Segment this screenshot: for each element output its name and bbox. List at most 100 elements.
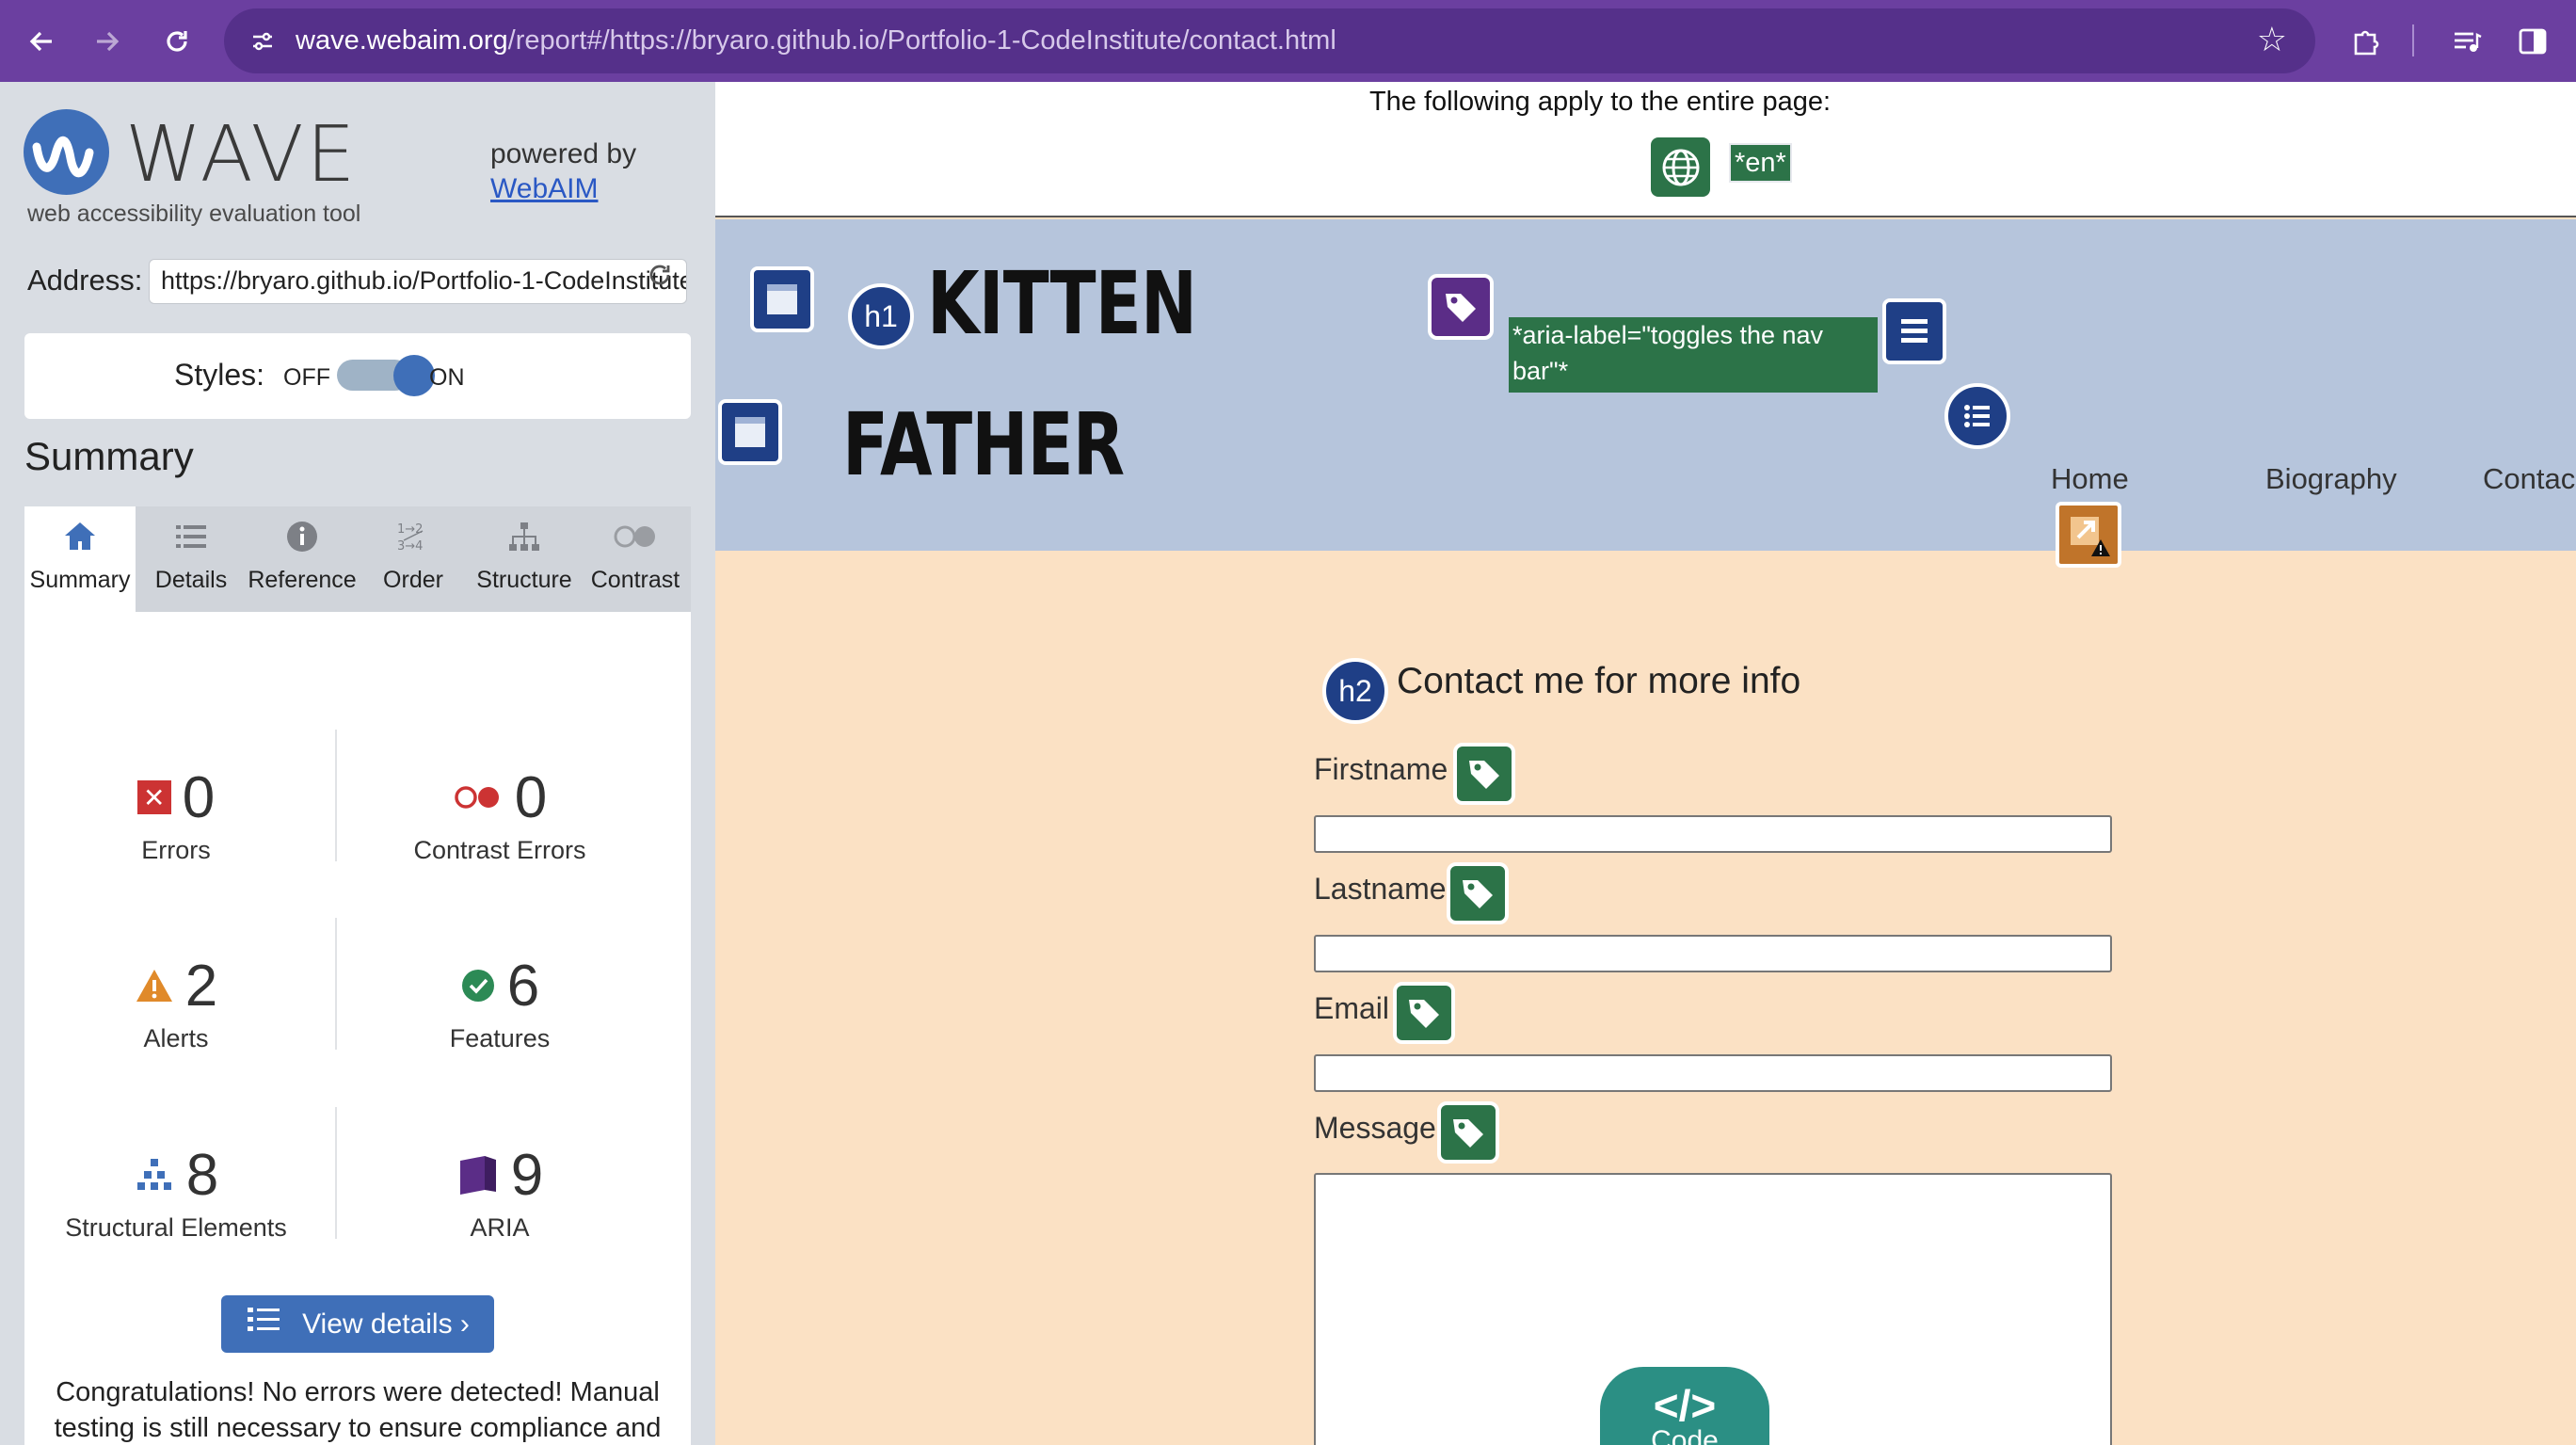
- structural-count: 8: [185, 1142, 219, 1208]
- h1-badge-icon[interactable]: h1: [848, 283, 914, 349]
- alerts-count: 2: [184, 953, 218, 1019]
- container-region-icon[interactable]: [718, 399, 782, 465]
- url-host: wave.webaim.org: [296, 25, 508, 56]
- tab-structure[interactable]: Structure: [469, 506, 580, 612]
- browser-toolbar: wave.webaim.org/report#/https://bryaro.g…: [0, 0, 2576, 82]
- email-label: Email: [1314, 991, 1390, 1025]
- email-input[interactable]: [1314, 1054, 2112, 1092]
- errors-count: 0: [182, 764, 216, 830]
- back-button[interactable]: [17, 17, 66, 66]
- form-label-tag-icon[interactable]: [1453, 743, 1515, 805]
- powered-by-text: powered by: [490, 138, 637, 169]
- tab-label: Details: [154, 567, 228, 593]
- aria-stat[interactable]: 9 ARIA: [350, 1142, 649, 1243]
- code-brackets-icon: </>: [1653, 1381, 1717, 1430]
- form-label-tag-icon[interactable]: [1437, 1101, 1499, 1164]
- header-region-icon[interactable]: [750, 266, 814, 332]
- congrats-message: Congratulations! No errors were detected…: [54, 1377, 662, 1443]
- aria-count: 9: [510, 1142, 544, 1208]
- alerts-stat[interactable]: 2 Alerts: [26, 953, 326, 1053]
- contact-heading: Contact me for more info: [1397, 661, 1801, 701]
- form-label-tag-icon[interactable]: [1447, 862, 1509, 924]
- reload-icon: [167, 31, 187, 52]
- form-label-tag-icon[interactable]: [1393, 982, 1455, 1044]
- lastname-input[interactable]: [1314, 935, 2112, 972]
- page-title-line2: FATHER: [842, 394, 1125, 495]
- stat-divider: [335, 1107, 337, 1239]
- tab-summary[interactable]: Summary: [24, 506, 136, 612]
- stat-divider: [335, 730, 337, 861]
- nav-contact-link[interactable]: Contac: [2483, 462, 2575, 496]
- language-globe-icon[interactable]: [1651, 137, 1710, 197]
- alerts-label: Alerts: [143, 1024, 209, 1052]
- tab-label: Summary: [29, 567, 131, 593]
- code-view-button[interactable]: </> Code: [1600, 1367, 1769, 1445]
- tab-label: Reference: [248, 567, 357, 593]
- list-element-icon[interactable]: [1944, 383, 2010, 449]
- address-bar[interactable]: wave.webaim.org/report#/https://bryaro.g…: [224, 8, 2315, 73]
- home-icon: [24, 518, 136, 563]
- aria-cube-icon: [456, 1153, 500, 1196]
- redundant-link-alert-icon[interactable]: [2056, 502, 2121, 568]
- wave-tabs: Summary Details Reference 1→2 3→4 Order S…: [24, 506, 691, 612]
- bookmark-star-icon[interactable]: ☆: [2257, 20, 2287, 59]
- forward-arrow-icon: [97, 31, 120, 52]
- summary-panel: ✕ 0 Errors 0 Contrast Errors 2 Alerts 6 …: [24, 612, 691, 1445]
- tab-reference[interactable]: Reference: [247, 506, 358, 612]
- url-path: /report#/https://bryaro.github.io/Portfo…: [507, 25, 1336, 56]
- code-label: Code: [1651, 1425, 1719, 1445]
- address-input[interactable]: https://bryaro.github.io/Portfolio-1-Cod…: [149, 259, 687, 304]
- side-panel-icon[interactable]: [2508, 17, 2557, 66]
- nav-home-link[interactable]: Home: [2051, 462, 2129, 496]
- contrast-errors-count: 0: [514, 764, 548, 830]
- errors-stat[interactable]: ✕ 0 Errors: [26, 764, 326, 865]
- refresh-address-icon[interactable]: [646, 261, 674, 297]
- aria-label-tag-icon[interactable]: [1428, 274, 1494, 340]
- summary-heading: Summary: [24, 434, 194, 478]
- styles-on-label: ON: [429, 364, 465, 391]
- order-icon: 1→2 3→4: [358, 518, 469, 563]
- features-label: Features: [449, 1024, 551, 1052]
- nav-biography-link[interactable]: Biography: [2265, 462, 2397, 496]
- forward-button[interactable]: [83, 17, 132, 66]
- structural-stat[interactable]: 8 Structural Elements: [26, 1142, 326, 1243]
- aria-label-note: *aria-label="toggles the nav bar"*: [1509, 317, 1878, 393]
- error-icon: ✕: [136, 780, 171, 814]
- styles-toggle-card: Styles: OFF ON: [24, 333, 691, 419]
- tab-contrast[interactable]: Contrast: [580, 506, 691, 612]
- h2-badge-icon[interactable]: h2: [1322, 658, 1388, 724]
- firstname-input[interactable]: [1314, 815, 2112, 853]
- contrast-error-icon: [453, 783, 504, 811]
- language-tag: *en*: [1729, 143, 1792, 183]
- view-details-button[interactable]: View details ›: [221, 1295, 494, 1353]
- svg-text:1→2: 1→2: [397, 522, 423, 537]
- features-count: 6: [506, 953, 540, 1019]
- reload-button[interactable]: [152, 17, 201, 66]
- contrast-icon: [580, 518, 691, 563]
- site-info-icon[interactable]: [243, 22, 282, 61]
- structural-label: Structural Elements: [65, 1213, 287, 1242]
- errors-label: Errors: [141, 836, 211, 864]
- message-label: Message: [1314, 1111, 1436, 1145]
- tab-label: Structure: [476, 567, 572, 593]
- features-stat[interactable]: 6 Features: [350, 953, 649, 1053]
- evaluated-page: The following apply to the entire page: …: [715, 82, 2576, 1445]
- aria-label: ARIA: [470, 1213, 530, 1242]
- tab-label: Contrast: [590, 567, 680, 593]
- firstname-label: Firstname: [1314, 752, 1448, 786]
- webaim-link[interactable]: WebAIM: [490, 173, 598, 205]
- media-queue-icon[interactable]: [2442, 17, 2491, 66]
- contrast-errors-stat[interactable]: 0 Contrast Errors: [350, 764, 649, 865]
- toolbar-divider: [2412, 24, 2414, 56]
- view-details-label: View details ›: [302, 1308, 470, 1340]
- navigation-region-icon[interactable]: [1882, 298, 1946, 364]
- wave-logo-icon: [24, 109, 109, 195]
- extensions-icon[interactable]: [2342, 17, 2391, 66]
- tab-order[interactable]: 1→2 3→4 Order: [358, 506, 469, 612]
- stat-divider: [335, 918, 337, 1050]
- list-icon: [136, 518, 247, 563]
- tab-details[interactable]: Details: [136, 506, 247, 612]
- tab-label: Order: [383, 567, 443, 593]
- page-title-line1: KITTEN: [927, 253, 1197, 354]
- site-header: h1 KITTEN FATHER *aria-label="toggles th…: [715, 219, 2576, 568]
